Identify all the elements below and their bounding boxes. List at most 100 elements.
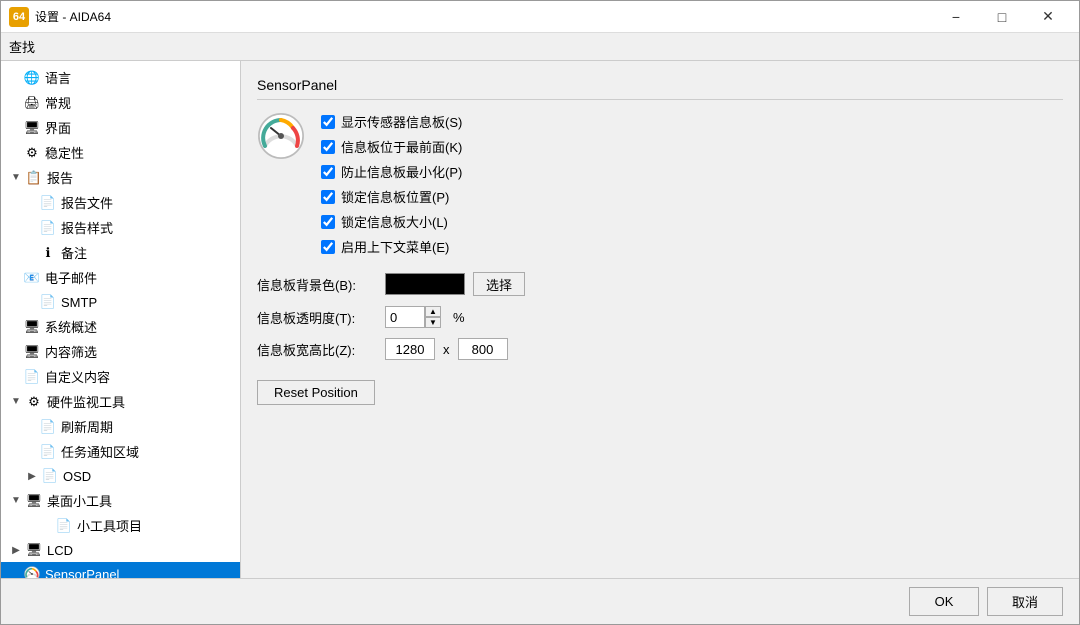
item-icon-hw-monitor: ⚙: [25, 393, 43, 411]
opacity-down-button[interactable]: ▼: [425, 317, 441, 328]
checkbox-panel-front[interactable]: [321, 140, 335, 154]
bg-color-label: 信息板背景色(B):: [257, 275, 377, 294]
ok-button[interactable]: OK: [909, 587, 979, 616]
opacity-input[interactable]: [385, 306, 425, 328]
sidebar-item-smtp[interactable]: 📄 SMTP: [1, 290, 240, 314]
sidebar-item-widget-items[interactable]: 📄小工具项目: [1, 513, 240, 538]
sidebar: 🌐语言🖨常规🖥界面⚙稳定性▼📋报告📄报告文件📄报告样式ℹ备注📧电子邮件📄SMTP…: [1, 61, 241, 578]
item-icon-ui: 🖥: [23, 119, 41, 137]
sidebar-item-ui[interactable]: 🖥界面: [1, 115, 240, 140]
sidebar-label-refresh-period: 刷新周期: [61, 417, 113, 436]
checkbox-show-sensor[interactable]: [321, 115, 335, 129]
sidebar-label-smtp: SMTP: [61, 295, 97, 310]
reset-row: Reset Position: [257, 370, 1063, 405]
sidebar-label-widget-items: 小工具项目: [77, 516, 142, 535]
sidebar-label-osd: OSD: [63, 469, 91, 484]
checkbox-row-enable-menu: 启用上下文菜单(E): [321, 237, 462, 256]
options-area: 显示传感器信息板(S)信息板位于最前面(K)防止信息板最小化(P)锁定信息板位置…: [321, 112, 462, 256]
item-icon-lcd: 🖥: [25, 541, 43, 559]
content-area: 🌐语言🖨常规🖥界面⚙稳定性▼📋报告📄报告文件📄报告样式ℹ备注📧电子邮件📄SMTP…: [1, 61, 1079, 578]
sidebar-item-email[interactable]: 📧电子邮件: [1, 265, 240, 290]
sidebar-item-general[interactable]: 🖨常规: [1, 90, 240, 115]
item-icon-custom-content: 📄: [23, 368, 41, 386]
sidebar-label-remark: 备注: [61, 243, 87, 262]
checkbox-enable-menu[interactable]: [321, 240, 335, 254]
opacity-spinbox: ▲ ▼: [385, 306, 441, 328]
sidebar-label-ui: 界面: [45, 118, 71, 137]
checkbox-lock-pos[interactable]: [321, 190, 335, 204]
sidebar-item-report[interactable]: ▼📋报告: [1, 165, 240, 190]
expand-icon: ▼: [9, 171, 23, 185]
sidebar-item-custom-content[interactable]: 📄自定义内容: [1, 364, 240, 389]
window-controls: − □ ✕: [933, 1, 1071, 33]
height-input[interactable]: [458, 338, 508, 360]
checkbox-label-lock-size: 锁定信息板大小(L): [341, 212, 448, 231]
sidebar-item-hw-monitor[interactable]: ▼⚙硬件监视工具: [1, 389, 240, 414]
app-icon: 64: [9, 7, 29, 27]
expand-icon: ▶: [9, 543, 23, 557]
checkbox-label-lock-pos: 锁定信息板位置(P): [341, 187, 449, 206]
bg-color-swatch[interactable]: [385, 273, 465, 295]
spinbox-buttons: ▲ ▼: [425, 306, 441, 328]
checkbox-row-show-sensor: 显示传感器信息板(S): [321, 112, 462, 131]
item-icon-content-filter: 🖥: [23, 343, 41, 361]
sidebar-item-sysoverview[interactable]: 🖥系统概述: [1, 314, 240, 339]
item-icon-remark: ℹ: [39, 244, 57, 262]
sidebar-label-report-file: 报告文件: [61, 193, 113, 212]
item-icon-task-notify: 📄: [39, 443, 57, 461]
item-icon-sysoverview: 🖥: [23, 318, 41, 336]
checkbox-row-lock-size: 锁定信息板大小(L): [321, 212, 462, 231]
sidebar-item-task-notify[interactable]: 📄任务通知区域: [1, 439, 240, 464]
sidebar-item-content-filter[interactable]: 🖥内容筛选: [1, 339, 240, 364]
checkbox-label-enable-menu: 启用上下文菜单(E): [341, 237, 449, 256]
select-color-button[interactable]: 选择: [473, 272, 525, 296]
item-icon-stability: ⚙: [23, 144, 41, 162]
checkbox-row-prevent-min: 防止信息板最小化(P): [321, 162, 462, 181]
opacity-up-button[interactable]: ▲: [425, 306, 441, 317]
toolbar: 查找: [1, 33, 1079, 61]
sidebar-item-report-file[interactable]: 📄报告文件: [1, 190, 240, 215]
sidebar-label-sysoverview: 系统概述: [45, 317, 97, 336]
width-input[interactable]: [385, 338, 435, 360]
checkbox-row-lock-pos: 锁定信息板位置(P): [321, 187, 462, 206]
cancel-button[interactable]: 取消: [987, 587, 1063, 616]
sidebar-label-report-style: 报告样式: [61, 218, 113, 237]
close-button[interactable]: ✕: [1025, 1, 1071, 33]
dimension-x: x: [443, 342, 450, 357]
item-icon-osd: 📄: [41, 467, 59, 485]
sidebar-item-osd[interactable]: ▶📄 OSD: [1, 464, 240, 488]
sidebar-item-desktop-widget[interactable]: ▼🖥桌面小工具: [1, 488, 240, 513]
sidebar-item-refresh-period[interactable]: 📄刷新周期: [1, 414, 240, 439]
expand-icon: ▼: [9, 395, 23, 409]
expand-icon: ▼: [9, 494, 23, 508]
sidebar-item-stability[interactable]: ⚙稳定性: [1, 140, 240, 165]
sidebar-item-sensorpanel[interactable]: SensorPanel: [1, 562, 240, 578]
item-icon-email: 📧: [23, 269, 41, 287]
minimize-button[interactable]: −: [933, 1, 979, 33]
sidebar-item-report-style[interactable]: 📄报告样式: [1, 215, 240, 240]
sidebar-label-content-filter: 内容筛选: [45, 342, 97, 361]
reset-position-button[interactable]: Reset Position: [257, 380, 375, 405]
checkbox-prevent-min[interactable]: [321, 165, 335, 179]
checkbox-label-show-sensor: 显示传感器信息板(S): [341, 112, 462, 131]
opacity-unit: %: [453, 310, 465, 325]
sidebar-label-general: 常规: [45, 93, 71, 112]
maximize-button[interactable]: □: [979, 1, 1025, 33]
sidebar-item-remark[interactable]: ℹ备注: [1, 240, 240, 265]
main-window: 64 设置 - AIDA64 − □ ✕ 查找 🌐语言🖨常规🖥界面⚙稳定性▼📋报…: [0, 0, 1080, 625]
bg-color-row: 信息板背景色(B): 选择: [257, 272, 1063, 296]
sidebar-label-desktop-widget: 桌面小工具: [47, 491, 112, 510]
sidebar-item-lcd[interactable]: ▶🖥 LCD: [1, 538, 240, 562]
checkbox-lock-size[interactable]: [321, 215, 335, 229]
sidebar-item-language[interactable]: 🌐语言: [1, 65, 240, 90]
item-icon-refresh-period: 📄: [39, 418, 57, 436]
panel-title: SensorPanel: [257, 77, 1063, 100]
main-panel: SensorPanel 显示传感器信息板(S)信息板位于最前面(K)防: [241, 61, 1079, 578]
item-icon-report-style: 📄: [39, 219, 57, 237]
expand-icon: ▶: [25, 469, 39, 483]
opacity-row: 信息板透明度(T): ▲ ▼ %: [257, 306, 1063, 328]
sidebar-label-hw-monitor: 硬件监视工具: [47, 392, 125, 411]
settings-rows: 信息板背景色(B): 选择 信息板透明度(T): ▲ ▼ %: [257, 272, 1063, 405]
item-icon-smtp: 📄: [39, 293, 57, 311]
sidebar-label-lcd: LCD: [47, 543, 73, 558]
